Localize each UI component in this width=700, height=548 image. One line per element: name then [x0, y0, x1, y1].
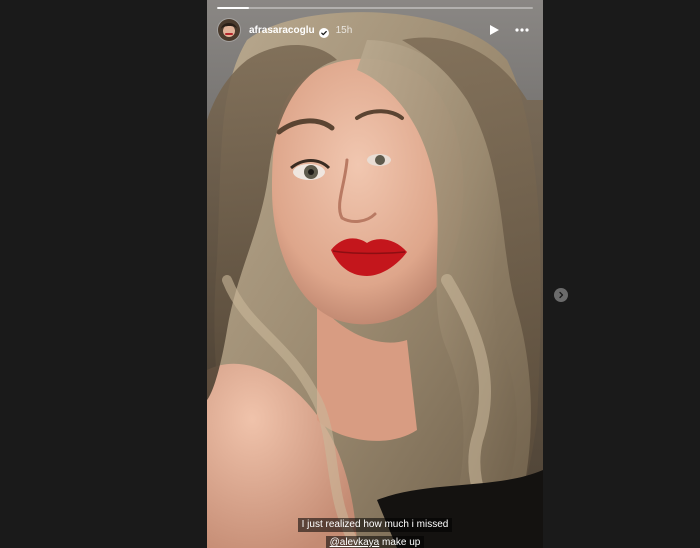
next-story-button[interactable]: [554, 288, 568, 302]
verified-badge-icon: [318, 25, 329, 38]
caption-mention-link[interactable]: @alevkaya: [330, 537, 380, 548]
more-horizontal-icon: [515, 28, 529, 32]
story-viewer: afrasaracoglu 15h I just realized how mu…: [0, 0, 700, 548]
story-timestamp: 15h: [335, 24, 353, 36]
story-frame[interactable]: afrasaracoglu 15h I just realized how mu…: [207, 0, 543, 548]
more-options-button[interactable]: [511, 19, 533, 41]
caption-line-2-text: make up: [379, 537, 421, 548]
story-progress-bar: [217, 7, 533, 9]
story-caption: I just realized how much i missed @alevk…: [207, 514, 543, 548]
chevron-right-icon: [559, 291, 564, 299]
avatar[interactable]: [217, 18, 241, 42]
caption-line-1: I just realized how much i missed: [297, 518, 453, 532]
play-icon: [490, 25, 499, 35]
story-header: afrasaracoglu 15h: [217, 16, 533, 44]
caption-line-2: @alevkaya make up: [325, 536, 425, 548]
story-username[interactable]: afrasaracoglu: [249, 25, 315, 36]
play-button[interactable]: [483, 19, 505, 41]
story-progress-fill: [217, 7, 249, 9]
story-photo: [207, 0, 543, 548]
